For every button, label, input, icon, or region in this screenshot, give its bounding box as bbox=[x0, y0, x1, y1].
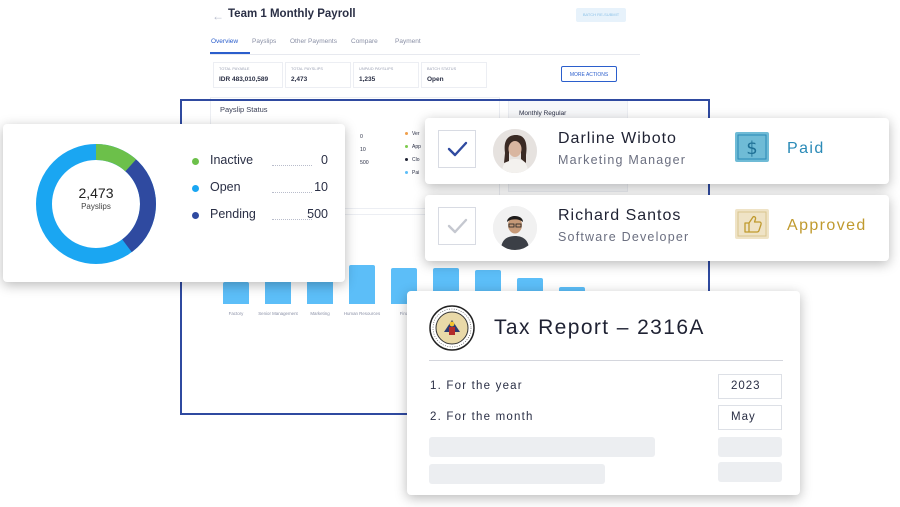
tab-bar: Overview Payslips Other Payments Compare… bbox=[210, 38, 640, 55]
stat-batch-status: BATCH STATUS Open bbox=[421, 62, 487, 88]
employee-name: Richard Santos bbox=[558, 207, 682, 224]
employee-name: Darline Wiboto bbox=[558, 130, 677, 147]
stat-label: TOTAL PAYSLIPS bbox=[291, 67, 323, 71]
legend-label: Open bbox=[210, 180, 241, 194]
placeholder-bar bbox=[718, 437, 782, 457]
month-field[interactable]: May bbox=[718, 405, 782, 430]
more-actions-button[interactable]: MORE ACTIONS bbox=[561, 66, 617, 82]
divider bbox=[429, 360, 783, 361]
employee-role: Marketing Manager bbox=[558, 153, 687, 167]
stat-label: BATCH STATUS bbox=[427, 67, 457, 71]
tab-compare[interactable]: Compare bbox=[351, 38, 378, 45]
tab-payment[interactable]: Payment bbox=[395, 38, 421, 45]
employee-card[interactable]: Darline Wiboto Marketing Manager $ Paid bbox=[425, 118, 889, 184]
dollar-icon: $ bbox=[735, 132, 769, 162]
legend-dot bbox=[192, 212, 199, 219]
legend-item-pending: Pending 500 bbox=[192, 207, 332, 225]
status-label: Approved bbox=[787, 217, 867, 234]
stat-total-payslips: TOTAL PAYSLIPS 2,473 bbox=[285, 62, 351, 88]
legend-item-inactive: Inactive 0 bbox=[192, 153, 332, 171]
placeholder-bar bbox=[718, 462, 782, 482]
active-tab-indicator bbox=[210, 52, 250, 54]
select-checkbox[interactable] bbox=[438, 207, 476, 245]
batch-resubmit-button[interactable]: BATCH RE-SUBMIT bbox=[576, 8, 626, 22]
tab-other-payments[interactable]: Other Payments bbox=[290, 38, 337, 45]
tab-overview[interactable]: Overview bbox=[211, 38, 238, 45]
tax-report-card: Tax Report – 2316A 1. For the year 2023 … bbox=[407, 291, 800, 495]
legend-label: Pending bbox=[210, 207, 256, 221]
svg-text:$: $ bbox=[746, 138, 757, 159]
legend-leader bbox=[272, 192, 312, 193]
donut-total-label: Payslips bbox=[81, 202, 111, 211]
back-arrow-icon[interactable]: ← bbox=[212, 9, 226, 23]
seal-icon bbox=[429, 305, 475, 351]
legend-value: 500 bbox=[307, 207, 328, 221]
legend-leader bbox=[272, 219, 312, 220]
year-label: 1. For the year bbox=[430, 380, 523, 392]
avatar bbox=[493, 129, 537, 173]
stat-unpaid-payslips: UNPAID PAYSLIPS 1,235 bbox=[353, 62, 419, 88]
checkmark-icon bbox=[447, 141, 468, 157]
avatar bbox=[493, 206, 537, 250]
tax-report-title: Tax Report – 2316A bbox=[494, 316, 705, 339]
stat-value: Open bbox=[427, 76, 444, 83]
donut-total-value: 2,473 bbox=[78, 185, 114, 201]
legend-leader bbox=[272, 165, 312, 166]
stat-total-payable: TOTAL PAYABLE IDR 483,010,589 bbox=[213, 62, 283, 88]
tab-payslips[interactable]: Payslips bbox=[252, 38, 276, 45]
stat-label: TOTAL PAYABLE bbox=[219, 67, 250, 71]
checkmark-icon bbox=[447, 218, 468, 234]
legend-dot bbox=[192, 158, 199, 165]
legend-label: Inactive bbox=[210, 153, 254, 167]
stat-label: UNPAID PAYSLIPS bbox=[359, 67, 394, 71]
month-label: 2. For the month bbox=[430, 411, 534, 423]
legend-item-open: Open 10 bbox=[192, 180, 332, 198]
select-checkbox[interactable] bbox=[438, 130, 476, 168]
stat-value: 2,473 bbox=[291, 76, 308, 83]
page-title: Team 1 Monthly Payroll bbox=[228, 8, 356, 20]
legend-dot bbox=[192, 185, 199, 192]
thumbs-up-icon bbox=[735, 209, 769, 239]
employee-card[interactable]: Richard Santos Software Developer Approv… bbox=[425, 195, 889, 261]
placeholder-bar bbox=[429, 437, 655, 457]
stat-value: IDR 483,010,589 bbox=[219, 76, 269, 83]
year-field[interactable]: 2023 bbox=[718, 374, 782, 399]
status-label: Paid bbox=[787, 140, 825, 157]
employee-role: Software Developer bbox=[558, 230, 690, 244]
legend-value: 10 bbox=[314, 180, 328, 194]
stat-value: 1,235 bbox=[359, 76, 376, 83]
legend-value: 0 bbox=[321, 153, 328, 167]
placeholder-bar bbox=[429, 464, 605, 484]
